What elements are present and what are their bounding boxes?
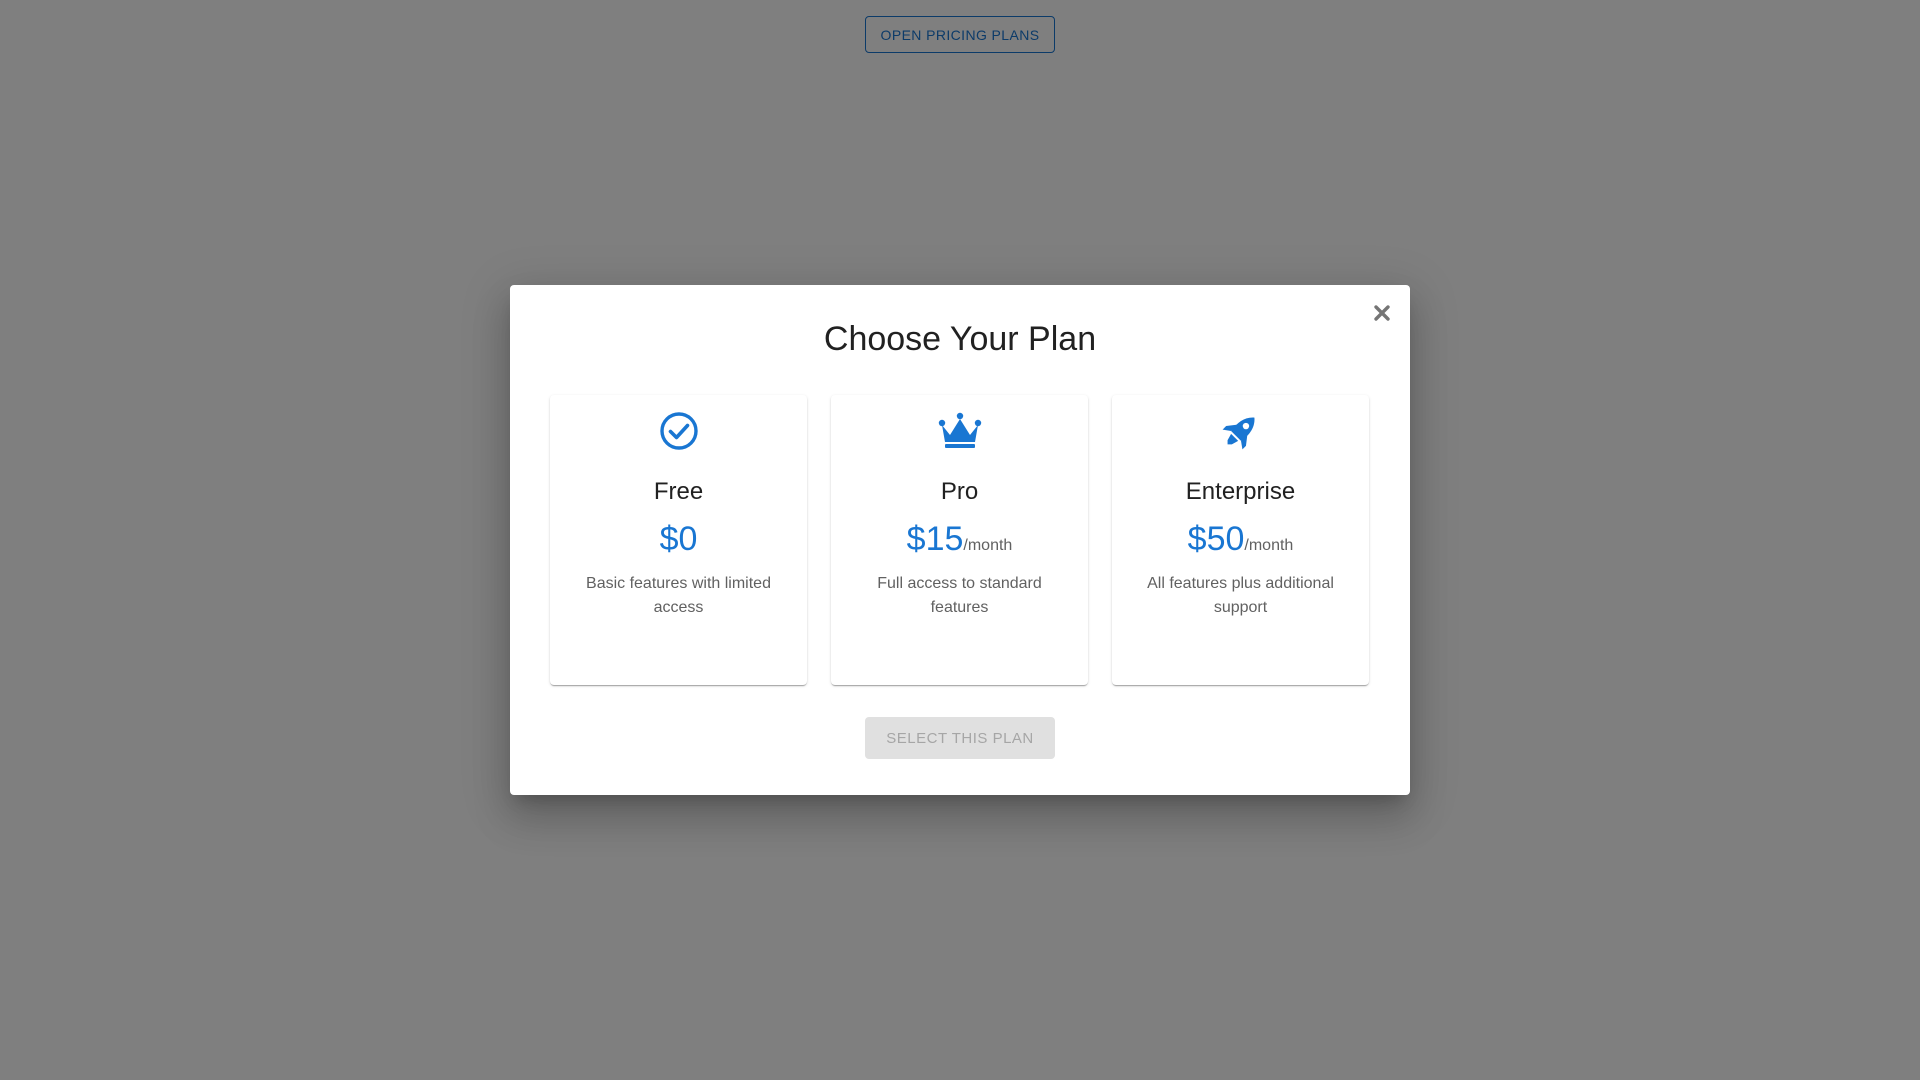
select-plan-button[interactable]: Select This Plan	[865, 717, 1055, 759]
plan-card-free[interactable]: Free $0 Basic features with limited acce…	[550, 395, 807, 685]
page: Open Pricing Plans Choose Your Plan Free	[0, 0, 1920, 1080]
plan-description: Full access to standard features	[877, 575, 1042, 616]
price-amount: $50	[1187, 520, 1245, 558]
plan-price: $0	[550, 519, 807, 560]
plan-name: Free	[653, 478, 704, 505]
plan-card-enterprise[interactable]: Enterprise $50/month All features plus a…	[1112, 395, 1369, 685]
rocket-icon	[1112, 409, 1369, 453]
plan-description: Basic features with limited access	[586, 575, 771, 616]
price-period: /month	[1244, 537, 1294, 554]
plan-description: All features plus additional support	[1147, 575, 1334, 616]
plan-price: $50/month	[1112, 519, 1369, 560]
price-amount: $15	[906, 520, 964, 558]
pricing-dialog: Choose Your Plan Free $0 Basic features …	[510, 285, 1410, 795]
check-circle-icon	[550, 409, 807, 453]
price-amount: $0	[659, 520, 698, 558]
plan-cards: Free $0 Basic features with limited acce…	[550, 395, 1370, 685]
plan-name: Pro	[940, 478, 979, 505]
price-period: /month	[963, 537, 1013, 554]
plan-card-pro[interactable]: Pro $15/month Full access to standard fe…	[831, 395, 1088, 685]
plan-name: Enterprise	[1185, 478, 1296, 505]
crown-icon	[831, 409, 1088, 453]
dialog-title: Choose Your Plan	[823, 320, 1097, 358]
plan-price: $15/month	[831, 519, 1088, 560]
